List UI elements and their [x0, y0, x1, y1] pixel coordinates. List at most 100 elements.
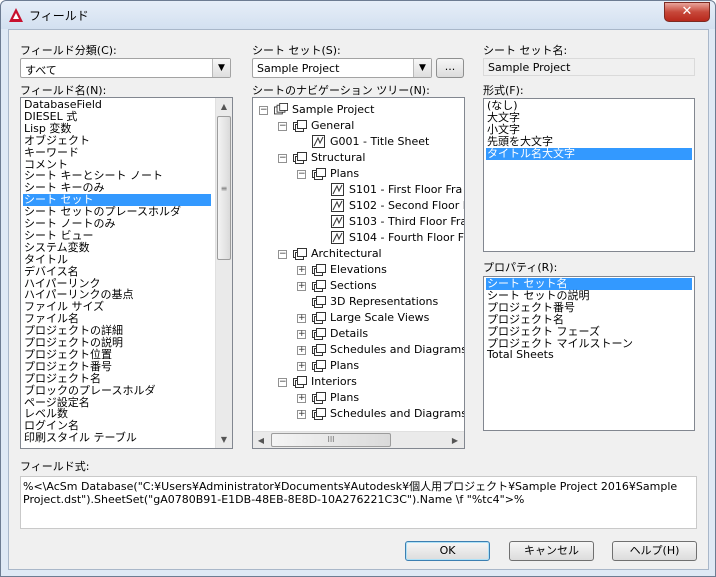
tree-node[interactable]: G001 - Title Sheet: [330, 134, 429, 150]
field-names-list[interactable]: ▲ ≡ ▼ DatabaseField DIESEL 式 Lisp 変数 オブジェクト…: [20, 97, 233, 449]
autocad-logo-icon: [9, 8, 23, 22]
property-item[interactable]: プロジェクト番号: [486, 301, 692, 314]
field-name-item[interactable]: ブロックのプレースホルダ: [23, 384, 211, 397]
sheet-icon: [331, 231, 344, 244]
subset-folder-icon: [293, 119, 307, 133]
chevron-down-icon[interactable]: ▼: [212, 59, 230, 77]
expand-icon[interactable]: +: [297, 282, 306, 291]
sheet-icon: [312, 135, 325, 148]
expand-icon[interactable]: +: [297, 410, 306, 419]
tree-node[interactable]: General: [311, 118, 354, 134]
field-expression-text[interactable]: %<\AcSm Database("C:¥Users¥Administrator…: [20, 476, 697, 529]
help-button[interactable]: ヘルプ(H): [612, 541, 697, 561]
field-name-item[interactable]: Lisp 変数: [23, 122, 211, 135]
expand-icon[interactable]: +: [297, 346, 306, 355]
subset-folder-icon: [312, 407, 326, 421]
ok-button[interactable]: OK: [405, 541, 490, 561]
tree-node[interactable]: S104 - Fourth Floor F: [349, 230, 464, 246]
category-combo[interactable]: すべて ▼: [20, 58, 231, 78]
tree-node[interactable]: Details: [330, 326, 368, 342]
field-name-item[interactable]: プロジェクト番号: [23, 360, 211, 373]
category-value: すべて: [25, 64, 57, 77]
collapse-icon[interactable]: −: [297, 170, 306, 179]
tree-node[interactable]: Plans: [330, 390, 359, 406]
property-item[interactable]: プロジェクト名: [486, 313, 692, 326]
subset-folder-icon: [293, 151, 307, 165]
tree-node[interactable]: S101 - First Floor Fra: [349, 182, 462, 198]
properties-list[interactable]: シート セット名 シート セットの説明 プロジェクト番号 プロジェクト名 プロジェクト …: [483, 276, 695, 431]
collapse-icon[interactable]: −: [278, 154, 287, 163]
format-label: 形式(F):: [483, 84, 524, 97]
sheet-set-name-value: Sample Project: [488, 61, 571, 74]
property-item[interactable]: プロジェクト フェーズ: [486, 325, 692, 338]
sheet-set-name-field: Sample Project: [483, 58, 695, 76]
field-name-item[interactable]: キーワード: [23, 146, 211, 159]
tree-hscrollbar[interactable]: ◀ III ▶: [253, 431, 464, 448]
format-list[interactable]: (なし) 大文字 小文字 先頭を大文字 タイトル名大文字: [483, 98, 695, 252]
tree-node[interactable]: Sections: [330, 278, 377, 294]
subset-folder-icon: [293, 247, 307, 261]
collapse-icon[interactable]: −: [278, 122, 287, 131]
subset-folder-icon: [312, 359, 326, 373]
subset-folder-icon: [312, 327, 326, 341]
scroll-left-icon[interactable]: ◀: [253, 432, 269, 448]
field-name-item[interactable]: オブジェクト: [23, 134, 211, 147]
hscroll-thumb[interactable]: III: [271, 433, 391, 447]
close-button[interactable]: ✕: [664, 2, 710, 22]
field-name-item[interactable]: デバイス名: [23, 265, 211, 278]
tree-node[interactable]: Structural: [311, 150, 365, 166]
sheet-set-icon: [274, 103, 288, 117]
collapse-icon[interactable]: −: [259, 106, 268, 115]
field-name-item[interactable]: プロジェクト名: [23, 372, 211, 385]
field-name-item[interactable]: システム変数: [23, 241, 211, 254]
title-bar[interactable]: フィールド ✕: [1, 1, 715, 29]
subset-folder-icon: [312, 167, 326, 181]
format-item[interactable]: タイトル名大文字: [486, 147, 692, 160]
tree-node[interactable]: Plans: [330, 166, 359, 182]
tree-node[interactable]: Schedules and Diagrams: [330, 342, 464, 358]
collapse-icon[interactable]: −: [278, 378, 287, 387]
browse-button[interactable]: ...: [436, 58, 464, 78]
subset-folder-icon: [312, 279, 326, 293]
tree-node[interactable]: Schedules and Diagrams: [330, 406, 464, 422]
sheet-set-value: Sample Project: [257, 62, 340, 75]
category-label: フィールド分類(C):: [20, 44, 117, 57]
field-list-scrollbar[interactable]: ▲ ≡ ▼: [215, 98, 232, 448]
sheet-set-combo[interactable]: Sample Project ▼: [252, 58, 432, 78]
expand-icon[interactable]: +: [297, 330, 306, 339]
field-dialog: フィールド ✕ フィールド分類(C): すべて ▼ フィールド名(N): ▲ ≡…: [0, 0, 716, 577]
subset-folder-icon: [312, 263, 326, 277]
property-item[interactable]: Total Sheets: [486, 349, 692, 361]
tree-node[interactable]: Sample Project: [292, 102, 374, 118]
tree-node[interactable]: Plans: [330, 358, 359, 374]
sheet-set-label: シート セット(S):: [252, 44, 341, 57]
format-item[interactable]: 小文字: [486, 123, 692, 136]
nav-tree-label: シートのナビゲーション ツリー(N):: [252, 84, 430, 97]
sheet-icon: [331, 183, 344, 196]
collapse-icon[interactable]: −: [278, 250, 287, 259]
tree-node[interactable]: Interiors: [311, 374, 357, 390]
scroll-up-icon[interactable]: ▲: [216, 98, 232, 115]
expand-icon[interactable]: +: [297, 394, 306, 403]
tree-node[interactable]: S103 - Third Floor Fra: [349, 214, 464, 230]
scroll-thumb[interactable]: ≡: [217, 116, 231, 260]
tree-node[interactable]: Large Scale Views: [330, 310, 429, 326]
tree-node[interactable]: 3D Representations: [330, 294, 438, 310]
expand-icon[interactable]: +: [297, 266, 306, 275]
expand-icon[interactable]: +: [297, 314, 306, 323]
scroll-down-icon[interactable]: ▼: [216, 431, 232, 448]
dialog-body: フィールド分類(C): すべて ▼ フィールド名(N): ▲ ≡ ▼ Datab…: [8, 29, 709, 570]
tree-node[interactable]: Architectural: [311, 246, 382, 262]
scroll-right-icon[interactable]: ▶: [447, 432, 463, 448]
tree-node[interactable]: Elevations: [330, 262, 387, 278]
sheet-nav-tree[interactable]: ◀ III ▶ − Sample Project − General G001 - Ti…: [252, 97, 465, 449]
chevron-down-icon[interactable]: ▼: [413, 59, 431, 77]
expand-icon[interactable]: +: [297, 362, 306, 371]
field-names-label: フィールド名(N):: [20, 84, 107, 97]
cancel-button[interactable]: キャンセル: [509, 541, 594, 561]
tree-node[interactable]: S102 - Second Floor I: [349, 198, 464, 214]
field-expression-label: フィールド式:: [20, 460, 90, 473]
field-name-item[interactable]: タイトル: [23, 253, 211, 266]
field-name-item[interactable]: 印刷スタイル テーブル: [23, 432, 211, 444]
format-item[interactable]: 先頭を大文字: [486, 135, 692, 148]
